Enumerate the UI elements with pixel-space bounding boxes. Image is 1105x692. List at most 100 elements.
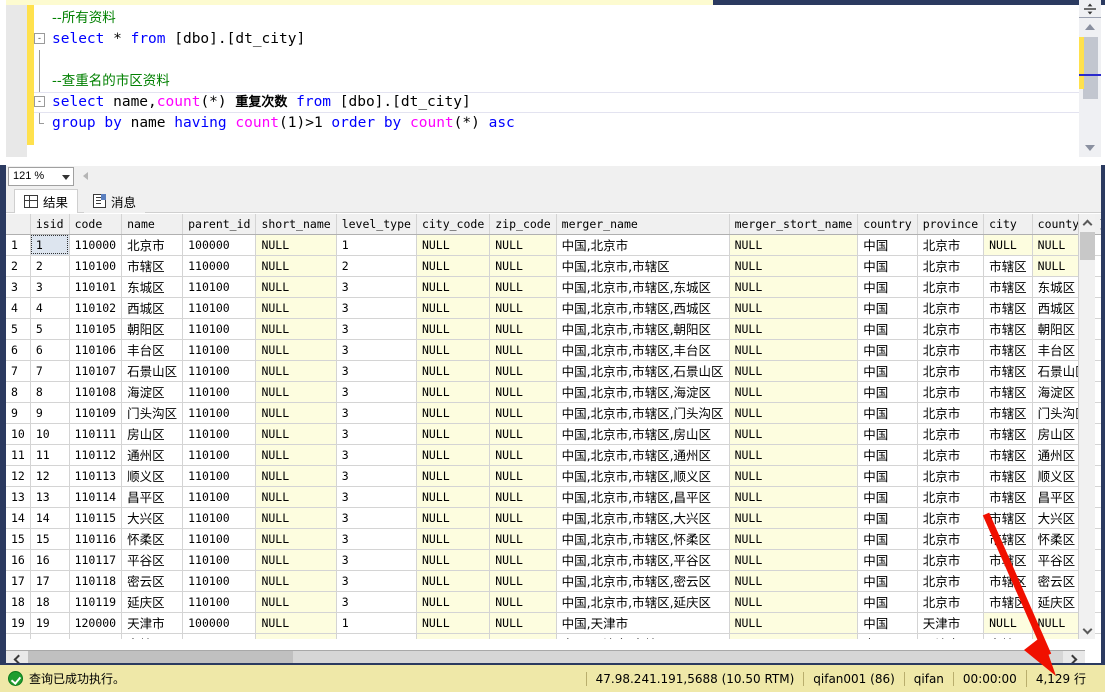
- code-line-3[interactable]: [34, 50, 1079, 71]
- table-row[interactable]: 77110107石景山区110100NULL3NULLNULL中国,北京市,市辖…: [6, 360, 1101, 381]
- cell-merger_stort_name[interactable]: NULL: [729, 486, 858, 507]
- cell-level_type[interactable]: 3: [336, 444, 416, 465]
- cell-short_name[interactable]: NULL: [256, 507, 336, 528]
- column-header-zip_code[interactable]: zip_code: [490, 214, 556, 234]
- cell-city[interactable]: 市辖区: [984, 339, 1033, 360]
- table-row[interactable]: 1111110112通州区110100NULL3NULLNULL中国,北京市,市…: [6, 444, 1101, 465]
- cell-city_code[interactable]: NULL: [416, 297, 489, 318]
- cell-level_type[interactable]: 3: [336, 297, 416, 318]
- cell-merger_name[interactable]: 中国,北京市,市辖区,昌平区: [556, 486, 729, 507]
- cell-level_type[interactable]: 3: [336, 549, 416, 570]
- zoom-level-dropdown[interactable]: 121 %: [8, 167, 74, 186]
- cell-province[interactable]: 北京市: [917, 507, 983, 528]
- cell-merger_name[interactable]: 中国,北京市,市辖区,朝阳区: [556, 318, 729, 339]
- cell-isid[interactable]: 6: [30, 339, 69, 360]
- cell-name[interactable]: 大兴区: [122, 507, 183, 528]
- cell-zip_code[interactable]: NULL: [490, 318, 556, 339]
- code-line-6[interactable]: group by name having count(1)>1 order by…: [34, 113, 1079, 134]
- results-grid[interactable]: isidcodenameparent_idshort_namelevel_typ…: [6, 214, 1101, 639]
- cell-city_code[interactable]: NULL: [416, 318, 489, 339]
- cell-province[interactable]: 北京市: [917, 465, 983, 486]
- cell-parent_id[interactable]: 100000: [183, 612, 256, 633]
- grid-scroll-thumb[interactable]: [1080, 232, 1095, 260]
- column-header-isid[interactable]: isid: [30, 214, 69, 234]
- cell-merger_name[interactable]: 中国,天津市,市辖区: [556, 633, 729, 639]
- cell-city[interactable]: 市辖区: [984, 528, 1033, 549]
- cell-city_code[interactable]: NULL: [416, 528, 489, 549]
- table-row[interactable]: 1818110119延庆区110100NULL3NULLNULL中国,北京市,市…: [6, 591, 1101, 612]
- cell-zip_code[interactable]: NULL: [490, 381, 556, 402]
- cell-zip_code[interactable]: NULL: [490, 591, 556, 612]
- cell-province[interactable]: 北京市: [917, 360, 983, 381]
- cell-short_name[interactable]: NULL: [256, 570, 336, 591]
- cell-zip_code[interactable]: NULL: [490, 339, 556, 360]
- cell-code[interactable]: 110112: [69, 444, 122, 465]
- editor-scroll-thumb[interactable]: [1083, 37, 1098, 99]
- cell-province[interactable]: 北京市: [917, 423, 983, 444]
- cell-code[interactable]: 110117: [69, 549, 122, 570]
- cell-province[interactable]: 北京市: [917, 528, 983, 549]
- cell-country[interactable]: 中国: [858, 465, 917, 486]
- cell-zip_code[interactable]: NULL: [490, 549, 556, 570]
- cell-city_code[interactable]: NULL: [416, 507, 489, 528]
- cell-merger_stort_name[interactable]: NULL: [729, 339, 858, 360]
- collapse-toggle-icon[interactable]: -: [34, 33, 45, 44]
- cell-isid[interactable]: 20: [30, 633, 69, 639]
- cell-city_code[interactable]: NULL: [416, 570, 489, 591]
- cell-merger_stort_name[interactable]: NULL: [729, 381, 858, 402]
- cell-isid[interactable]: 1: [30, 234, 69, 255]
- cell-merger_stort_name[interactable]: NULL: [729, 297, 858, 318]
- cell-city[interactable]: 市辖区: [984, 423, 1033, 444]
- cell-short_name[interactable]: NULL: [256, 528, 336, 549]
- cell-country[interactable]: 中国: [858, 570, 917, 591]
- table-row[interactable]: 1616110117平谷区110100NULL3NULLNULL中国,北京市,市…: [6, 549, 1101, 570]
- cell-code[interactable]: 110000: [69, 234, 122, 255]
- cell-name[interactable]: 北京市: [122, 234, 183, 255]
- table-row[interactable]: 1313110114昌平区110100NULL3NULLNULL中国,北京市,市…: [6, 486, 1101, 507]
- cell-province[interactable]: 北京市: [917, 381, 983, 402]
- cell-city[interactable]: 市辖区: [984, 255, 1033, 276]
- cell-country[interactable]: 中国: [858, 549, 917, 570]
- cell-parent_id[interactable]: 110100: [183, 528, 256, 549]
- cell-isid[interactable]: 7: [30, 360, 69, 381]
- cell-code[interactable]: 110119: [69, 591, 122, 612]
- cell-name[interactable]: 密云区: [122, 570, 183, 591]
- cell-city[interactable]: 市辖区: [984, 444, 1033, 465]
- cell-short_name[interactable]: NULL: [256, 381, 336, 402]
- cell-merger_stort_name[interactable]: NULL: [729, 570, 858, 591]
- column-header-name[interactable]: name: [122, 214, 183, 234]
- cell-merger_name[interactable]: 中国,天津市: [556, 612, 729, 633]
- cell-rownum[interactable]: 6: [6, 339, 30, 360]
- cell-merger_name[interactable]: 中国,北京市,市辖区,房山区: [556, 423, 729, 444]
- cell-city[interactable]: NULL: [984, 612, 1033, 633]
- cell-merger_name[interactable]: 中国,北京市,市辖区,密云区: [556, 570, 729, 591]
- cell-merger_stort_name[interactable]: NULL: [729, 528, 858, 549]
- column-header-city_code[interactable]: city_code: [416, 214, 489, 234]
- cell-country[interactable]: 中国: [858, 381, 917, 402]
- cell-merger_stort_name[interactable]: NULL: [729, 276, 858, 297]
- editor-vertical-scrollbar[interactable]: [1079, 0, 1101, 157]
- cell-isid[interactable]: 9: [30, 402, 69, 423]
- cell-rownum[interactable]: 4: [6, 297, 30, 318]
- cell-level_type[interactable]: 3: [336, 507, 416, 528]
- editor-scroll-up-arrow[interactable]: [1079, 19, 1101, 35]
- cell-city[interactable]: 市辖区: [984, 276, 1033, 297]
- cell-parent_id[interactable]: 110100: [183, 465, 256, 486]
- editor-scroll-down-arrow[interactable]: [1079, 140, 1101, 156]
- cell-zip_code[interactable]: NULL: [490, 612, 556, 633]
- cell-code[interactable]: 110109: [69, 402, 122, 423]
- cell-short_name[interactable]: NULL: [256, 633, 336, 639]
- cell-country[interactable]: 中国: [858, 276, 917, 297]
- cell-code[interactable]: 120100: [69, 633, 122, 639]
- cell-level_type[interactable]: 3: [336, 318, 416, 339]
- cell-isid[interactable]: 8: [30, 381, 69, 402]
- cell-country[interactable]: 中国: [858, 528, 917, 549]
- cell-isid[interactable]: 5: [30, 318, 69, 339]
- cell-code[interactable]: 110107: [69, 360, 122, 381]
- cell-city_code[interactable]: NULL: [416, 423, 489, 444]
- cell-rownum[interactable]: 1: [6, 234, 30, 255]
- cell-merger_stort_name[interactable]: NULL: [729, 507, 858, 528]
- cell-zip_code[interactable]: NULL: [490, 360, 556, 381]
- cell-city_code[interactable]: NULL: [416, 591, 489, 612]
- table-row[interactable]: 1212110113顺义区110100NULL3NULLNULL中国,北京市,市…: [6, 465, 1101, 486]
